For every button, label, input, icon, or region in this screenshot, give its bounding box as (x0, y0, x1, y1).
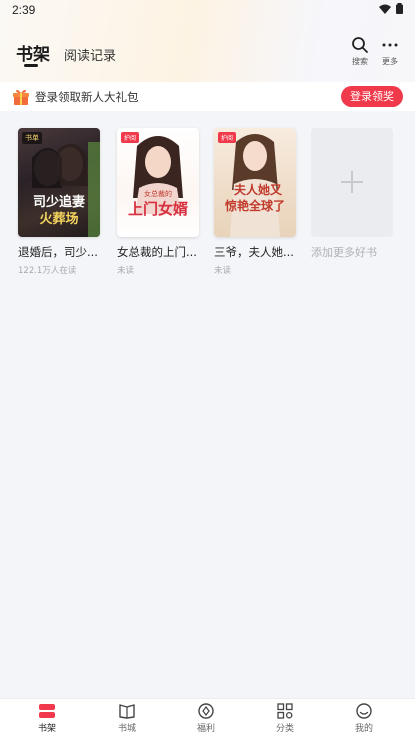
bookshelf-grid: 司少追妻 火葬场 书单 退婚后，司少... 122.1万人在读 女总裁的 上门女… (0, 111, 415, 699)
book-icon (119, 704, 135, 719)
battery-icon (396, 3, 403, 14)
book-read-status: 未读 (117, 266, 135, 276)
profile-icon (356, 703, 372, 719)
more-icon (382, 43, 398, 47)
add-more-books[interactable]: 添加更多好书 (311, 128, 393, 260)
book-read-status: 未读 (214, 266, 232, 276)
book-title: 三爷，夫人她... (214, 245, 294, 259)
bookshelf-icon (39, 704, 55, 718)
search-label: 搜索 (352, 57, 368, 66)
book-cover[interactable]: 女总裁的 上门女婿 护阅 (117, 128, 199, 237)
promo-banner[interactable]: 登录领取新人大礼包 登录领奖 (0, 82, 415, 111)
book-card[interactable]: 夫人她又 惊艳全球了 护阅 三爷，夫人她... 未读 (214, 128, 296, 276)
svg-text:惊艳全球了: 惊艳全球了 (225, 198, 285, 213)
wifi-icon (379, 4, 391, 14)
cover-art: 司少追妻 火葬场 (32, 142, 100, 237)
grid-icon (277, 703, 293, 719)
cover-art: 夫人她又 惊艳全球了 (225, 134, 285, 237)
cover-badge: 书单 (22, 132, 42, 144)
nav-category[interactable]: 分类 (255, 703, 315, 734)
book-title: 退婚后，司少... (18, 245, 98, 259)
cover-badge: 护阅 (218, 132, 237, 143)
login-reward-button[interactable]: 登录领奖 (341, 86, 403, 107)
more-label: 更多 (382, 57, 398, 66)
nav-bookstore[interactable]: 书城 (97, 703, 157, 734)
status-time: 2:39 (12, 3, 36, 17)
cover-art: 女总裁的 上门女婿 (128, 136, 189, 218)
active-tab-indicator (24, 64, 38, 67)
book-read-status: 122.1万人在读 (18, 266, 77, 276)
search-icon (352, 37, 368, 53)
tab-bookshelf-label: 书架 (16, 45, 50, 65)
nav-profile[interactable]: 我的 (334, 703, 394, 734)
svg-text:上门女婿: 上门女婿 (128, 200, 189, 218)
nav-profile-label: 我的 (354, 724, 373, 734)
book-card[interactable]: 女总裁的 上门女婿 护阅 女总裁的上门... 未读 (117, 128, 199, 276)
tab-reading-history-label: 阅读记录 (64, 49, 117, 64)
book-card[interactable]: 司少追妻 火葬场 书单 退婚后，司少... 122.1万人在读 (18, 128, 100, 276)
nav-bookshelf-label: 书架 (37, 724, 56, 734)
bottom-nav: 书架 书城 福利 分类 我的 (0, 698, 415, 739)
status-bar: 2:39 (0, 0, 415, 20)
status-icons (379, 3, 403, 14)
plus-icon-vertical (351, 171, 353, 193)
add-book-card[interactable] (311, 128, 393, 237)
svg-text:司少追妻: 司少追妻 (33, 194, 85, 210)
nav-welfare[interactable]: 福利 (176, 703, 236, 734)
header-tabs: 书架 阅读记录 (16, 40, 116, 67)
svg-text:女总裁的: 女总裁的 (144, 189, 172, 198)
svg-text:火葬场: 火葬场 (39, 211, 78, 227)
book-cover[interactable]: 夫人她又 惊艳全球了 护阅 (214, 128, 296, 237)
nav-bookstore-label: 书城 (117, 724, 136, 734)
add-more-label: 添加更多好书 (311, 246, 377, 259)
gift-icon (13, 89, 29, 105)
cover-badge: 护阅 (121, 132, 140, 143)
svg-text:夫人她又: 夫人她又 (233, 182, 283, 197)
tab-bookshelf[interactable]: 书架 (16, 40, 50, 67)
promo-text: 登录领取新人大礼包 (35, 90, 139, 104)
coin-icon (198, 703, 214, 719)
nav-category-label: 分类 (275, 724, 294, 734)
nav-bookshelf[interactable]: 书架 (17, 703, 77, 734)
more-button[interactable]: 更多 (376, 36, 404, 67)
book-cover[interactable]: 司少追妻 火葬场 书单 (18, 128, 100, 237)
nav-welfare-label: 福利 (196, 724, 215, 734)
tab-reading-history[interactable]: 阅读记录 (64, 45, 116, 64)
book-title: 女总裁的上门... (117, 245, 197, 259)
search-button[interactable]: 搜索 (346, 36, 374, 67)
